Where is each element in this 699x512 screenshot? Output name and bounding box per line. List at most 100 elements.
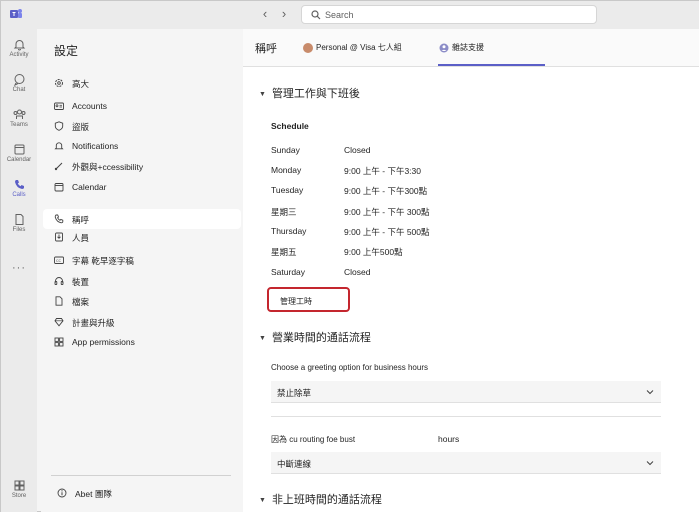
tab-call-queue[interactable]: 雜誌支援 (439, 42, 484, 53)
section-after-hours-header[interactable]: ▼ 非上班時間的通話流程 (259, 491, 382, 507)
rail-chat[interactable]: Chat (1, 73, 37, 105)
section-business-hours-header[interactable]: ▼ 營業時間的通話流程 (259, 329, 371, 345)
search-icon (311, 10, 321, 20)
section-work-hours-header[interactable]: ▼ 管理工作與下班後 (259, 85, 360, 101)
settings-item-app-permissions[interactable]: App permissions (43, 332, 241, 352)
schedule-row: 星期五 9:00 上午500點 (271, 246, 571, 260)
title-bar: ‹ › Search (1, 1, 699, 29)
settings-item-plans[interactable]: 計畫與升級 (43, 312, 241, 332)
settings-item-privacy[interactable]: 盜版 (43, 116, 241, 136)
schedule-day: Saturday (271, 267, 306, 277)
more-apps-button[interactable]: ··· (1, 262, 37, 274)
settings-item-people[interactable]: 人員 (43, 227, 241, 247)
schedule-hours: 9:00 上午 - 下午 500點 (344, 227, 430, 237)
settings-item-captions[interactable]: CC 字幕 乾早逐字稿 (43, 250, 241, 270)
settings-item-label: Calendar (72, 182, 107, 192)
settings-item-calls[interactable]: 稱呼 (43, 209, 241, 229)
back-button[interactable]: ‹ (258, 7, 272, 21)
schedule-row: Sunday Closed (271, 145, 571, 159)
rail-calls-label: Calls (12, 192, 26, 198)
rail-calls[interactable]: Calls (1, 178, 37, 210)
schedule-day: Sunday (271, 145, 300, 155)
routing-hours-text: hours (438, 434, 460, 444)
settings-item-devices[interactable]: 裝置 (43, 271, 241, 291)
schedule-hours: 9:00 上午 - 下午3:30 (344, 166, 422, 176)
apps-icon (54, 337, 64, 347)
tab-personal[interactable]: Personal @ Visa 七人組 (303, 42, 402, 53)
rail-teams[interactable]: Teams (1, 108, 37, 140)
schedule-hours: 9:00 上午 - 下午 300點 (344, 207, 430, 217)
settings-nav: 設定 高大 Accounts 盜版 Notifications 外觀與+cces… (41, 29, 243, 512)
captions-icon: CC (54, 256, 64, 264)
settings-title: 設定 (54, 44, 79, 58)
rail-chat-label: Chat (12, 87, 26, 93)
main-header: 稱呼 Personal @ Visa 七人組 雜誌支援 (243, 29, 699, 67)
info-icon (57, 488, 67, 498)
schedule-hours: 9:00 上午500點 (344, 247, 403, 257)
settings-item-general[interactable]: 高大 (43, 73, 241, 93)
search-input[interactable]: Search (301, 5, 597, 24)
schedule-row: Saturday Closed (271, 267, 571, 281)
section-work-hours-title: 管理工作與下班後 (271, 88, 360, 100)
app-rail: Activity Chat Teams Calendar Calls Files… (1, 29, 37, 512)
main-panel: 稱呼 Personal @ Visa 七人組 雜誌支援 ▼ 管理工作與下班後 Sc… (243, 29, 699, 512)
file-icon (15, 214, 23, 225)
person-download-icon (55, 232, 63, 242)
phone-icon (14, 180, 24, 189)
rail-store-label: Store (11, 493, 27, 499)
settings-item-label: 裝置 (72, 277, 90, 287)
page-title: 稱呼 (255, 43, 277, 55)
chevron-down-icon: ▼ (259, 91, 266, 98)
forward-button[interactable]: › (277, 7, 291, 21)
schedule-row: 星期三 9:00 上午 - 下午 300點 (271, 206, 571, 220)
chat-icon (13, 74, 24, 86)
rail-teams-label: Teams (10, 122, 28, 128)
schedule-hours: Closed (344, 145, 371, 155)
settings-item-accounts[interactable]: Accounts (43, 96, 241, 116)
chevron-down-icon (646, 390, 654, 395)
settings-item-label: 盜版 (72, 122, 90, 132)
rail-files[interactable]: Files (1, 213, 37, 245)
settings-item-files[interactable]: 檔案 (43, 291, 241, 311)
section-after-hours-title: 非上班時間的通話流程 (271, 494, 382, 506)
calendar-icon (14, 144, 24, 155)
rail-calendar[interactable]: Calendar (1, 143, 37, 175)
greeting-value: 禁止除草 (277, 388, 312, 398)
rail-store[interactable]: Store (1, 479, 37, 511)
greeting-label: Choose a greeting option for business ho… (271, 363, 428, 372)
section-business-hours-title: 營業時間的通話流程 (271, 332, 371, 344)
shield-icon (54, 121, 64, 131)
schedule-day: 星期三 (271, 207, 297, 217)
teams-icon (13, 109, 25, 119)
greeting-dropdown[interactable]: 禁止除草 (271, 381, 661, 403)
schedule-day: Thursday (271, 226, 307, 236)
search-placeholder: Search (325, 10, 354, 20)
rail-calendar-label: Calendar (6, 157, 32, 163)
bell-icon (13, 40, 25, 51)
about-teams-label: Abet 團隊 (75, 489, 112, 499)
routing-dropdown[interactable]: 中斷連線 (271, 452, 661, 474)
rail-activity[interactable]: Activity (1, 38, 37, 70)
routing-label: 因為 cu routing foe bust (271, 435, 356, 444)
svg-text:CC: CC (56, 259, 62, 263)
manage-hours-label: 管理工時 (280, 297, 312, 306)
phone-icon (54, 214, 64, 224)
settings-item-label: Accounts (72, 101, 107, 111)
manage-hours-button[interactable]: 管理工時 (267, 287, 350, 312)
schedule-day: Tuesday (271, 185, 304, 195)
settings-item-notifications[interactable]: Notifications (43, 136, 241, 156)
settings-item-calendar[interactable]: Calendar (43, 177, 241, 197)
avatar (303, 42, 313, 53)
divider (51, 475, 231, 476)
document-icon (55, 296, 63, 306)
schedule-day: 星期五 (271, 247, 297, 257)
store-icon (14, 480, 24, 491)
brush-icon (54, 162, 63, 171)
settings-item-label: 稱呼 (72, 215, 90, 225)
schedule-day: Monday (271, 165, 302, 175)
tab-personal-label: Personal @ Visa 七人組 (316, 43, 402, 52)
schedule-title: Schedule (271, 121, 309, 131)
settings-item-appearance[interactable]: 外觀與+ccessibility (43, 156, 241, 176)
diamond-icon (54, 318, 64, 327)
schedule-hours: 9:00 上午 - 下午300點 (344, 186, 428, 196)
